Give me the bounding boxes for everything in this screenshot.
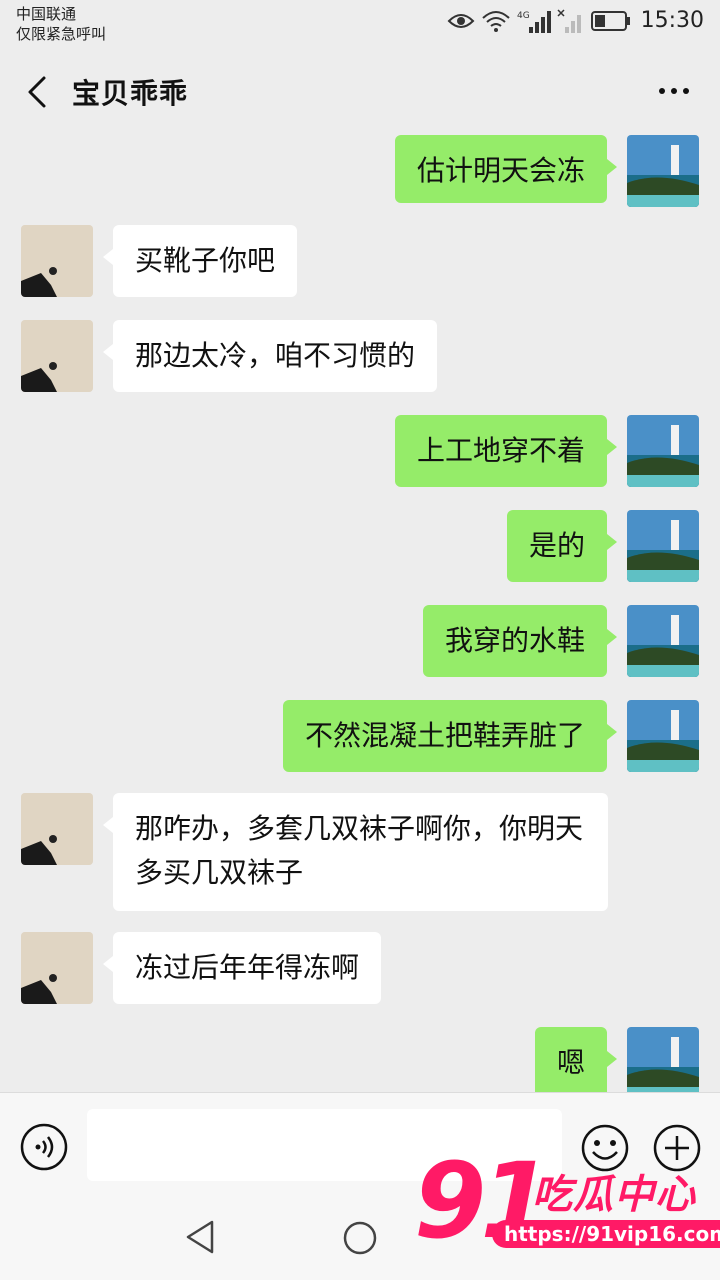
my-avatar[interactable]	[627, 1027, 699, 1092]
incoming-bubble[interactable]: 买靴子你吧	[102, 225, 298, 297]
contact-avatar[interactable]	[21, 793, 93, 865]
outgoing-bubble[interactable]: 嗯	[534, 1027, 618, 1092]
incoming-bubble[interactable]: 那边太冷，咱不习惯的	[102, 320, 438, 392]
outgoing-bubble[interactable]: 上工地穿不着	[394, 415, 618, 487]
eye-icon	[447, 13, 475, 28]
chat-title: 宝贝乖乖	[72, 77, 189, 110]
incoming-bubble[interactable]: 冻过后年年得冻啊	[102, 932, 382, 1004]
outgoing-bubble[interactable]: 我穿的水鞋	[422, 605, 618, 677]
emergency-text: 仅限紧急呼叫	[16, 25, 107, 43]
chat-header: 宝贝乖乖	[0, 54, 720, 130]
status-icons: 4G 15:30	[447, 8, 704, 33]
my-avatar[interactable]	[627, 510, 699, 582]
signal-no-sim-icon	[557, 8, 581, 33]
nav-back-icon[interactable]	[182, 1218, 218, 1256]
nav-home-icon[interactable]	[342, 1220, 378, 1256]
clock: 15:30	[640, 8, 704, 33]
carrier-name: 中国联通	[16, 5, 77, 23]
my-avatar[interactable]	[627, 415, 699, 487]
voice-icon[interactable]	[20, 1123, 68, 1171]
battery-icon	[590, 10, 630, 31]
chevron-left-icon[interactable]	[22, 72, 62, 112]
network-label: 4G	[517, 11, 530, 21]
contact-avatar[interactable]	[21, 225, 93, 297]
watermark-name: 吃瓜中心	[532, 1172, 696, 1218]
signal-4g-icon: 4G	[517, 10, 551, 33]
wifi-icon	[481, 10, 510, 32]
status-bar: 中国联通 仅限紧急呼叫 4G 15:30	[0, 0, 720, 50]
outgoing-bubble[interactable]: 估计明天会冻	[394, 135, 618, 203]
incoming-bubble[interactable]: 那咋办，多套几双袜子啊你，你明天多买几双袜子	[103, 793, 608, 911]
contact-avatar[interactable]	[21, 320, 93, 392]
watermark-logo: 91 吃瓜中心 https://91vip16.com	[414, 1146, 720, 1274]
outgoing-bubble[interactable]: 不然混凝土把鞋弄脏了	[282, 700, 618, 772]
more-dots-icon[interactable]	[656, 76, 692, 106]
my-avatar[interactable]	[627, 605, 699, 677]
my-avatar[interactable]	[627, 700, 699, 772]
message-list[interactable]: 估计明天会冻 买靴子你吧 那边太冷，咱不习惯的 上工地穿不着 是的 我穿的水鞋 …	[0, 130, 720, 1092]
contact-avatar[interactable]	[21, 932, 93, 1004]
outgoing-bubble[interactable]: 是的	[506, 510, 618, 582]
carrier-info: 中国联通 仅限紧急呼叫	[16, 4, 106, 44]
my-avatar[interactable]	[627, 135, 699, 207]
watermark-url: https://91vip16.com	[492, 1220, 720, 1248]
